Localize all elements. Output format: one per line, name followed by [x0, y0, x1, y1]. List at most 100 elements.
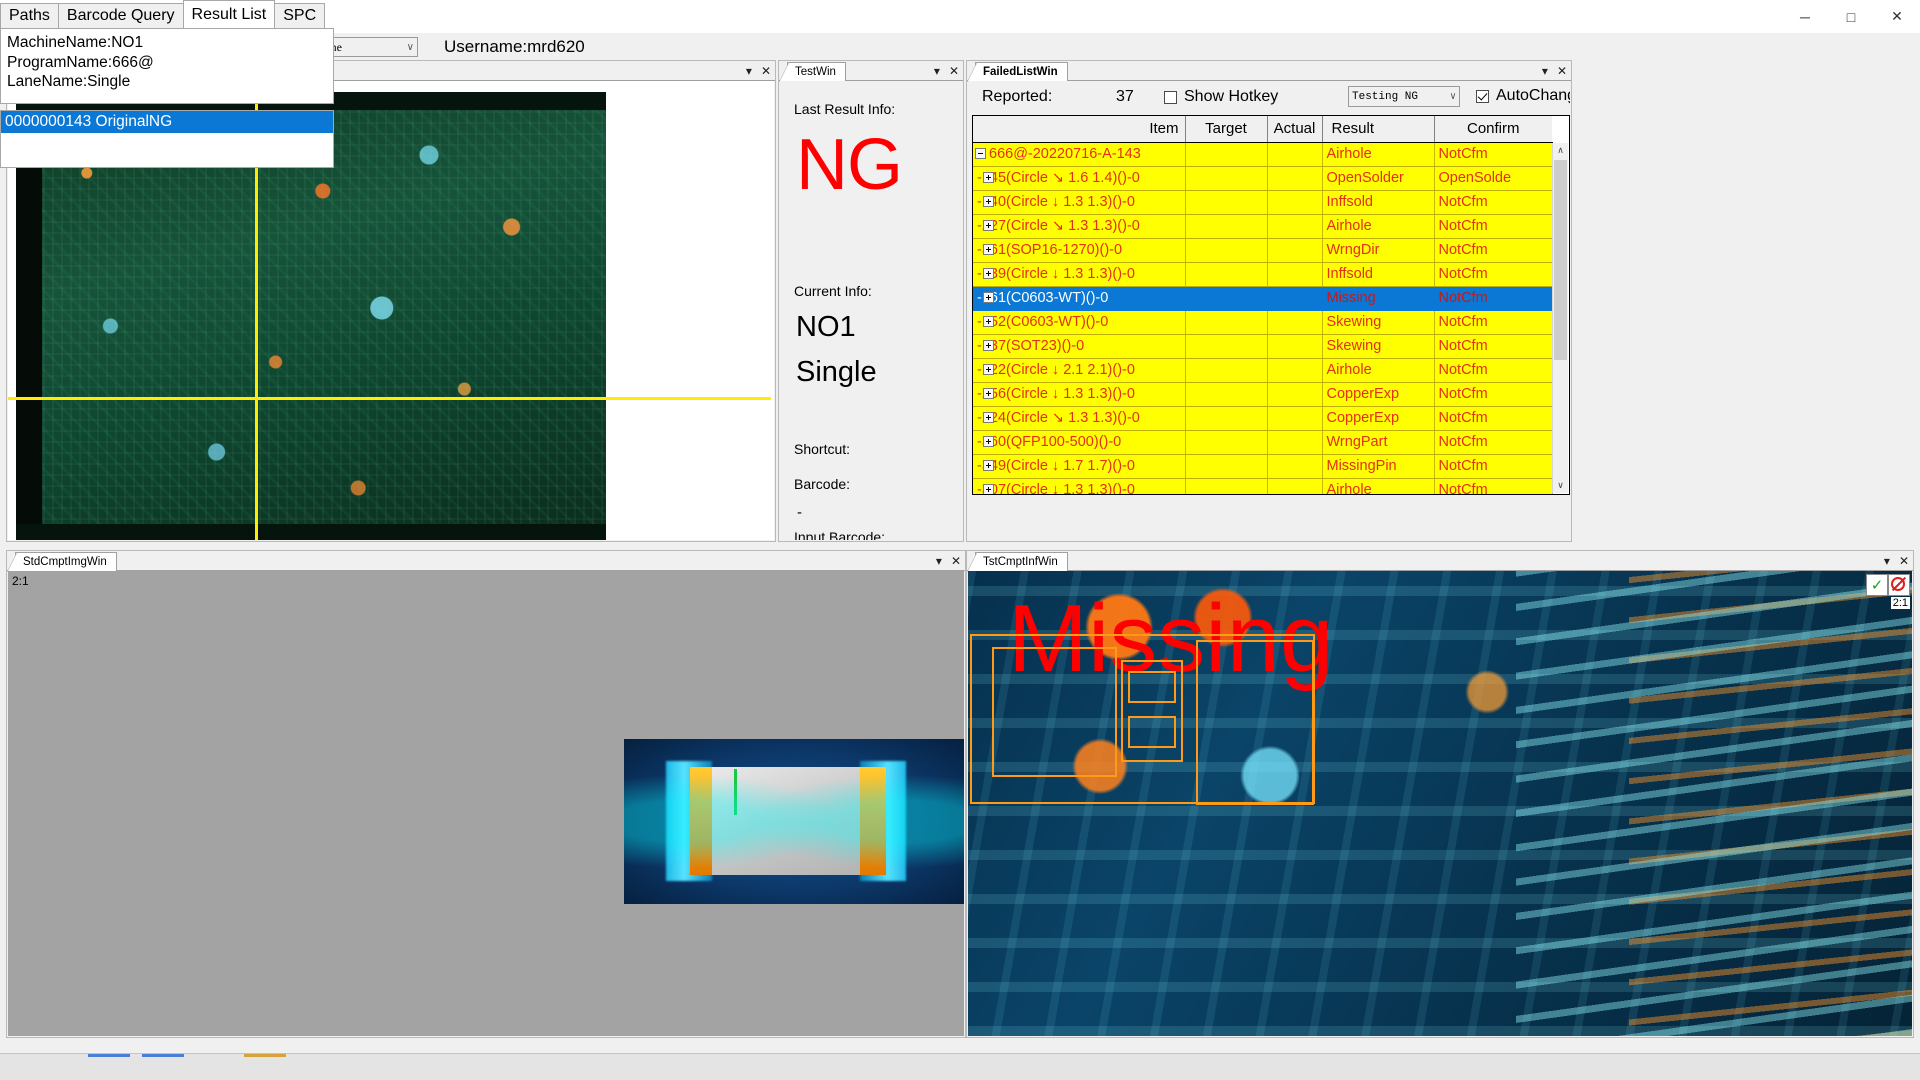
- panel-menu-icon[interactable]: ▾: [934, 65, 940, 77]
- expand-icon[interactable]: [983, 292, 994, 303]
- column-header-actual[interactable]: Actual: [1267, 116, 1322, 142]
- expand-icon[interactable]: [983, 172, 994, 183]
- table-row[interactable]: -139(Circle ↓ 1.3 1.3)()-0InffsoldNotCfm: [973, 262, 1552, 286]
- taskbar-item[interactable]: [88, 1054, 130, 1057]
- tab-stdcmptimgwin[interactable]: StdCmptImgWin: [15, 552, 117, 571]
- cell-confirm[interactable]: NotCfm: [1434, 214, 1552, 238]
- panel-menu-icon[interactable]: ▾: [1884, 555, 1890, 567]
- scroll-down-icon[interactable]: ∨: [1553, 478, 1568, 493]
- expand-icon[interactable]: [983, 340, 994, 351]
- expand-icon[interactable]: [983, 244, 994, 255]
- failed-list-grid[interactable]: Item Target Actual Result Confirm 666@-2…: [972, 115, 1570, 495]
- expand-icon[interactable]: [983, 412, 994, 423]
- table-row[interactable]: -361(SOP16-1270)()-0WrngDirNotCfm: [973, 238, 1552, 262]
- table-row[interactable]: -145(Circle ↘ 1.6 1.4)()-0OpenSolderOpen…: [973, 166, 1552, 190]
- cell-item: -349(Circle ↓ 1.7 1.7)()-0: [973, 454, 1185, 478]
- panel-close-icon[interactable]: ✕: [761, 65, 771, 77]
- cell-confirm[interactable]: NotCfm: [1434, 310, 1552, 334]
- table-row[interactable]: -122(Circle ↓ 2.1 2.1)()-0AirholeNotCfm: [973, 358, 1552, 382]
- table-row[interactable]: 666@-20220716-A-143AirholeNotCfm: [973, 142, 1552, 166]
- ok-check-icon[interactable]: ✓: [1866, 574, 1888, 596]
- table-row[interactable]: -137(SOT23)()-0SkewingNotCfm: [973, 334, 1552, 358]
- table-row[interactable]: -152(C0603-WT)()-0SkewingNotCfm: [973, 310, 1552, 334]
- column-header-item[interactable]: Item: [973, 116, 1185, 142]
- inspection-box-left-pad: [992, 647, 1117, 777]
- std-cmpt-image-canvas[interactable]: 2:1: [8, 571, 964, 1036]
- std-component-image[interactable]: [624, 739, 964, 904]
- table-row[interactable]: -227(Circle ↘ 1.3 1.3)()-0AirholeNotCfm: [973, 214, 1552, 238]
- test-component-image-canvas[interactable]: Missing ✓ 2:1: [968, 571, 1912, 1036]
- collapse-icon[interactable]: [975, 148, 986, 159]
- tab-tstcmptinfwin[interactable]: TstCmptInfWin: [975, 552, 1068, 571]
- tab-result-list[interactable]: Result List: [183, 0, 276, 28]
- expand-icon[interactable]: [983, 268, 994, 279]
- test-state-select[interactable]: Testing NG ∨: [1348, 86, 1460, 107]
- expand-icon[interactable]: [983, 460, 994, 471]
- cell-confirm[interactable]: NotCfm: [1434, 262, 1552, 286]
- maximize-button[interactable]: □: [1828, 0, 1874, 33]
- panel-test-cmpt-info: TstCmptInfWin ▾ ✕ Missing ✓ 2:1: [966, 550, 1914, 1038]
- minimize-button[interactable]: ─: [1782, 0, 1828, 33]
- tab-failedlistwin[interactable]: FailedListWin: [975, 62, 1068, 81]
- current-lane-name: Single: [796, 354, 877, 390]
- cell-confirm[interactable]: NotCfm: [1434, 286, 1552, 310]
- table-row[interactable]: -307(Circle ↓ 1.3 1.3)()-0AirholeNotCfm: [973, 478, 1552, 495]
- cell-confirm[interactable]: NotCfm: [1434, 454, 1552, 478]
- show-hotkey-checkbox[interactable]: Show Hotkey: [1164, 88, 1278, 106]
- expand-icon[interactable]: [983, 364, 994, 375]
- cell-confirm[interactable]: NotCfm: [1434, 142, 1552, 166]
- item-text: 666@-20220716-A-143: [989, 146, 1141, 162]
- cell-confirm[interactable]: NotCfm: [1434, 190, 1552, 214]
- panel-close-icon[interactable]: ✕: [1899, 555, 1909, 567]
- cell-result: Skewing: [1322, 334, 1434, 358]
- cell-confirm[interactable]: NotCfm: [1434, 382, 1552, 406]
- table-row[interactable]: -360(QFP100-500)()-0WrngPartNotCfm: [973, 430, 1552, 454]
- expand-icon[interactable]: [983, 436, 994, 447]
- table-row[interactable]: -161(C0603-WT)()-0MissingNotCfm: [973, 286, 1552, 310]
- cell-confirm[interactable]: NotCfm: [1434, 478, 1552, 495]
- panel-close-icon[interactable]: ✕: [951, 555, 961, 567]
- last-result-value: NG: [796, 129, 902, 201]
- taskbar-item[interactable]: [142, 1054, 184, 1057]
- inspection-box-body-top: [1128, 671, 1176, 703]
- panel-menu-icon[interactable]: ▾: [1542, 65, 1548, 77]
- expand-icon[interactable]: [983, 388, 994, 399]
- failed-list-scrollbar[interactable]: ∧ ∨: [1552, 143, 1568, 493]
- table-row[interactable]: -224(Circle ↘ 1.3 1.3)()-0CopperExpNotCf…: [973, 406, 1552, 430]
- panel-menu-icon[interactable]: ▾: [936, 555, 942, 567]
- panel-close-icon[interactable]: ✕: [1557, 65, 1567, 77]
- column-header-confirm[interactable]: Confirm: [1434, 116, 1552, 142]
- cell-confirm[interactable]: OpenSolde: [1434, 166, 1552, 190]
- shortcut-label: Shortcut:: [794, 441, 850, 457]
- expand-icon[interactable]: [983, 220, 994, 231]
- scroll-up-icon[interactable]: ∧: [1553, 143, 1568, 158]
- tab-testwin[interactable]: TestWin: [787, 62, 846, 81]
- tab-barcode-query[interactable]: Barcode Query: [58, 3, 184, 28]
- cell-confirm[interactable]: NotCfm: [1434, 430, 1552, 454]
- cell-confirm[interactable]: NotCfm: [1434, 334, 1552, 358]
- column-header-target[interactable]: Target: [1185, 116, 1267, 142]
- expand-icon[interactable]: [983, 196, 994, 207]
- table-row[interactable]: -140(Circle ↓ 1.3 1.3)()-0InffsoldNotCfm: [973, 190, 1552, 214]
- close-button[interactable]: ✕: [1874, 0, 1920, 33]
- taskbar-item[interactable]: [244, 1054, 286, 1057]
- panel-menu-icon[interactable]: ▾: [746, 65, 752, 77]
- result-list-box[interactable]: 0000000143 OriginalNG: [0, 110, 334, 168]
- column-header-result[interactable]: Result: [1322, 116, 1434, 142]
- panel-close-icon[interactable]: ✕: [949, 65, 959, 77]
- expand-icon[interactable]: [983, 484, 994, 495]
- cell-confirm[interactable]: NotCfm: [1434, 238, 1552, 262]
- reported-label: Reported:: [982, 88, 1052, 106]
- cell-confirm[interactable]: NotCfm: [1434, 358, 1552, 382]
- expand-icon[interactable]: [983, 316, 994, 327]
- cell-confirm[interactable]: NotCfm: [1434, 406, 1552, 430]
- scrollbar-thumb[interactable]: [1554, 160, 1567, 360]
- list-item[interactable]: 0000000143 OriginalNG: [1, 111, 333, 133]
- no-entry-icon[interactable]: [1888, 574, 1910, 596]
- table-row[interactable]: -256(Circle ↓ 1.3 1.3)()-0CopperExpNotCf…: [973, 382, 1552, 406]
- table-row[interactable]: -349(Circle ↓ 1.7 1.7)()-0MissingPinNotC…: [973, 454, 1552, 478]
- current-info-label: Current Info:: [794, 283, 872, 299]
- tab-spc[interactable]: SPC: [274, 3, 325, 28]
- autochange-checkbox[interactable]: AutoChange: [1476, 87, 1570, 105]
- tab-paths[interactable]: Paths: [0, 3, 59, 28]
